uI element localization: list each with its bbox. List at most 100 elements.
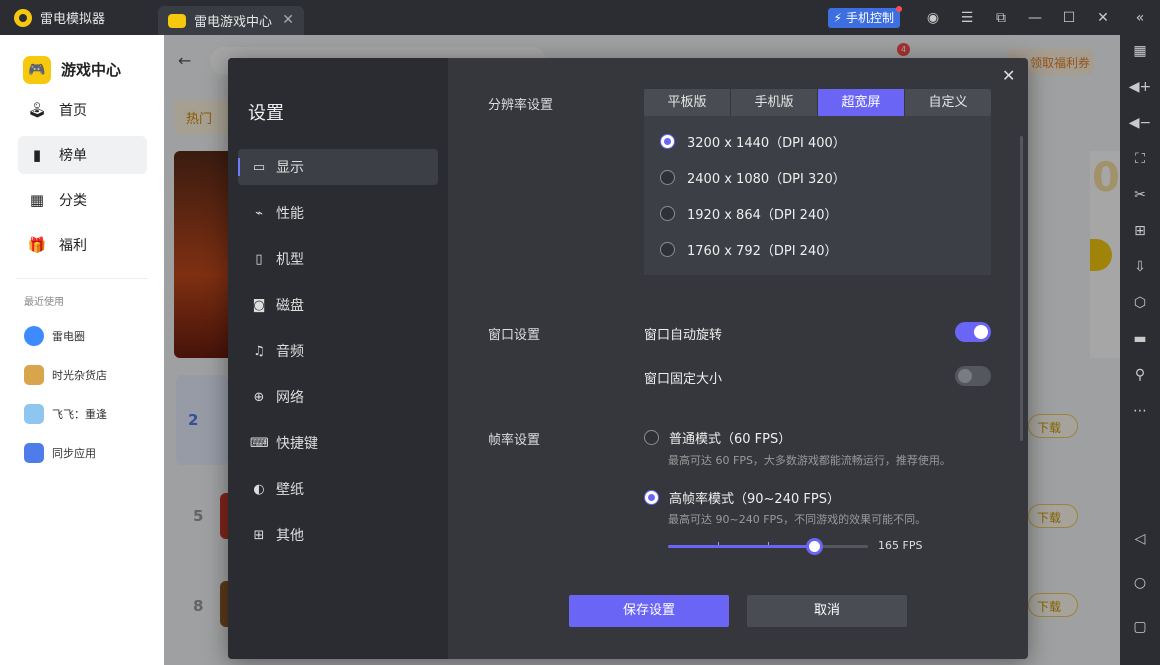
settings-tab-shortcuts[interactable]: ⌨ 快捷键 (238, 425, 438, 461)
radio-button[interactable] (660, 134, 675, 149)
bar-chart-icon: ▮ (32, 146, 42, 164)
recent-item[interactable]: 同步应用 (0, 433, 164, 472)
radio-button[interactable] (644, 490, 659, 505)
resolution-option[interactable]: 1920 x 864（DPI 240） (660, 204, 837, 223)
settings-tab-label: 磁盘 (276, 298, 304, 314)
nav-item-home[interactable]: 🕹 首页 (18, 91, 147, 129)
app-name: 雷电模拟器 (40, 12, 106, 27)
fullscreen-icon[interactable]: ⛶ (1120, 149, 1160, 169)
fps-slider[interactable] (668, 538, 868, 555)
notification-dot (896, 5, 902, 12)
resolution-option-label: 1760 x 792（DPI 240） (687, 244, 838, 259)
nav-item-label: 福利 (59, 238, 87, 254)
fps-normal-option[interactable]: 普通模式（60 FPS） (644, 428, 791, 447)
keyboard-icon[interactable]: ▦ (1120, 41, 1160, 61)
sync-icon[interactable]: ⬡ (1120, 293, 1160, 313)
phone-control-label: 手机控制 (845, 11, 894, 25)
settings-tab-label: 显示 (276, 160, 304, 176)
slider-tick (718, 542, 719, 545)
user-icon[interactable]: ◉ (916, 0, 950, 35)
auto-rotate-toggle[interactable] (955, 322, 991, 342)
add-window-icon[interactable]: ⊞ (1120, 221, 1160, 241)
settings-tab-disk[interactable]: ◙ 磁盘 (238, 287, 438, 323)
radio-button[interactable] (660, 242, 675, 257)
resolution-options: 3200 x 1440（DPI 400） 2400 x 1080（DPI 320… (644, 116, 991, 275)
apk-icon[interactable]: ⇩ (1120, 257, 1160, 277)
fixed-size-label: 窗口固定大小 (644, 372, 723, 387)
resolution-option[interactable]: 2400 x 1080（DPI 320） (660, 168, 846, 187)
tab-tablet[interactable]: 平板版 (644, 89, 731, 116)
radio-button[interactable] (660, 206, 675, 221)
collapse-icon[interactable]: « (1120, 0, 1160, 35)
fps-section-label: 帧率设置 (488, 433, 541, 448)
minimize-icon[interactable]: — (1018, 0, 1052, 35)
nav-item-label: 首页 (59, 103, 87, 119)
scrollbar[interactable] (1020, 136, 1023, 441)
menu-icon[interactable]: ☰ (950, 0, 984, 35)
recent-apps-icon[interactable]: ▢ (1120, 617, 1160, 637)
back-icon[interactable]: ◁ (1120, 529, 1160, 549)
tab-phone[interactable]: 手机版 (731, 89, 818, 116)
recent-item[interactable]: 雷电圈 (0, 316, 164, 355)
settings-tab-display[interactable]: ▭ 显示 (238, 149, 438, 185)
fps-high-label: 高帧率模式（90~240 FPS） (669, 492, 840, 507)
location-icon[interactable]: ⚲ (1120, 365, 1160, 385)
settings-tab-audio[interactable]: ♫ 音频 (238, 333, 438, 369)
recent-item[interactable]: 飞飞：重逢 (0, 394, 164, 433)
popout-icon[interactable]: ⧉ (984, 0, 1018, 35)
radio-button[interactable] (644, 430, 659, 445)
resolution-option[interactable]: 3200 x 1440（DPI 400） (660, 132, 846, 151)
settings-tab-performance[interactable]: ⌁ 性能 (238, 195, 438, 231)
recent-item-label: 时光杂货店 (52, 368, 107, 382)
resolution-option[interactable]: 1760 x 792（DPI 240） (660, 240, 837, 259)
cancel-button[interactable]: 取消 (747, 595, 907, 627)
window-section-label: 窗口设置 (488, 328, 541, 343)
maximize-icon[interactable]: ☐ (1052, 0, 1086, 35)
fps-high-option[interactable]: 高帧率模式（90~240 FPS） (644, 488, 840, 507)
app-icon (24, 325, 44, 346)
settings-tab-other[interactable]: ⊞ 其他 (238, 517, 438, 553)
app-icon (24, 364, 44, 385)
slider-handle[interactable] (806, 538, 823, 555)
app-icon (24, 403, 44, 424)
folder-icon[interactable]: ▬ (1120, 329, 1160, 349)
left-nav: 🎮 游戏中心 🕹 首页 ▮ 榜单 ▦ 分类 🎁 福利 最近使用 雷电圈 时光杂货… (0, 35, 164, 665)
tab-ultrawide[interactable]: 超宽屏 (818, 89, 905, 116)
volume-up-icon[interactable]: ◀+ (1120, 77, 1160, 97)
settings-title: 设置 (248, 103, 284, 124)
settings-tab-label: 性能 (276, 206, 304, 222)
disk-icon: ◙ (252, 297, 266, 313)
nav-item-welfare[interactable]: 🎁 福利 (18, 226, 147, 264)
tab-close-icon[interactable]: ✕ (282, 12, 294, 28)
gift-icon: 🎁 (27, 236, 47, 254)
settings-tab-label: 机型 (276, 252, 304, 268)
settings-tab-wallpaper[interactable]: ◐ 壁纸 (238, 471, 438, 507)
globe-icon: ⊕ (253, 389, 265, 405)
tab-game-center[interactable]: 雷电游戏中心 ✕ (158, 6, 304, 35)
scissors-icon[interactable]: ✂ (1120, 185, 1160, 205)
tab-custom[interactable]: 自定义 (905, 89, 991, 116)
volume-down-icon[interactable]: ◀− (1120, 113, 1160, 133)
audio-icon: ♫ (253, 343, 265, 359)
monitor-icon: ▭ (252, 159, 266, 175)
home-icon[interactable]: ○ (1120, 573, 1160, 593)
phone-control-button[interactable]: ⚡ 手机控制 (827, 5, 902, 28)
settings-tab-label: 网络 (276, 390, 304, 406)
more-icon[interactable]: ⋯ (1120, 401, 1160, 421)
recent-item[interactable]: 时光杂货店 (0, 355, 164, 394)
settings-tab-model[interactable]: ▯ 机型 (238, 241, 438, 277)
radio-button[interactable] (660, 170, 675, 185)
brand: 🎮 游戏中心 (0, 35, 164, 91)
title-bar: 雷电模拟器 雷电游戏中心 ✕ ⚡ 手机控制 ◉ ☰ ⧉ — ☐ ✕ « (0, 0, 1160, 35)
settings-tab-network[interactable]: ⊕ 网络 (238, 379, 438, 415)
nav-item-category[interactable]: ▦ 分类 (18, 181, 147, 219)
close-icon[interactable]: ✕ (1086, 0, 1120, 35)
apps-icon: ⊞ (253, 527, 265, 543)
brand-title: 游戏中心 (61, 61, 122, 79)
fps-high-desc: 最高可达 90~240 FPS，不同游戏的效果可能不同。 (668, 513, 927, 526)
fixed-size-toggle[interactable] (955, 366, 991, 386)
fps-normal-desc: 最高可达 60 FPS，大多数游戏都能流畅运行，推荐使用。 (668, 454, 951, 467)
nav-item-ranking[interactable]: ▮ 榜单 (18, 136, 147, 174)
save-button[interactable]: 保存设置 (569, 595, 729, 627)
dialog-close-icon[interactable]: ✕ (1002, 66, 1015, 85)
